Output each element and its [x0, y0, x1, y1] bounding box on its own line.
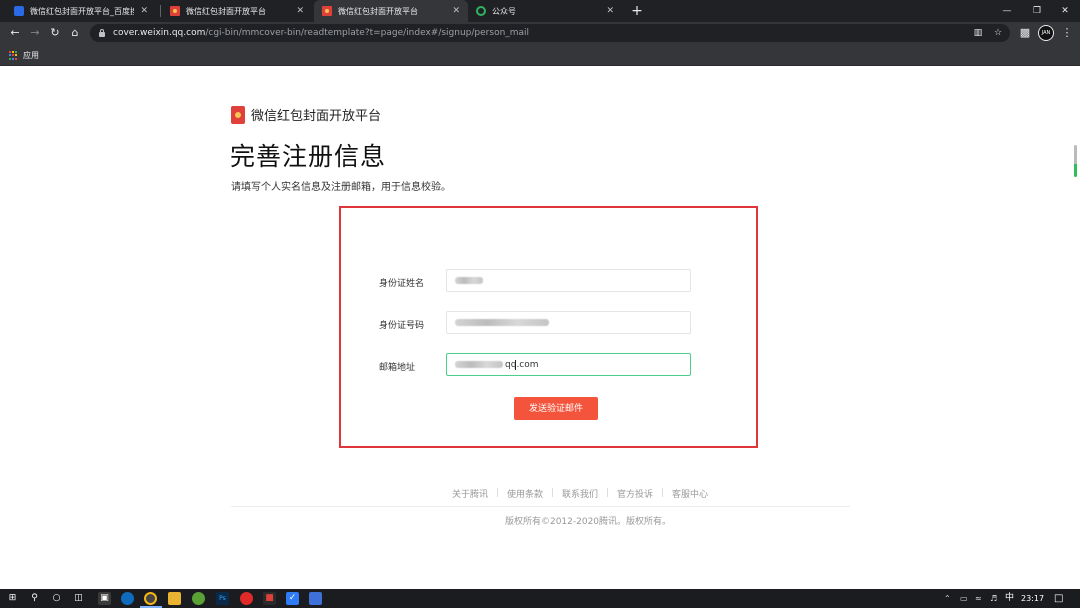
- baidu-paw-icon: [14, 6, 24, 16]
- close-icon[interactable]: ✕: [140, 6, 148, 16]
- email-input[interactable]: qq .com: [446, 353, 691, 376]
- id-name-label: 身份证姓名: [379, 279, 425, 289]
- tab-cover-platform[interactable]: 微信红包封面开放平台 ✕: [162, 0, 312, 22]
- more-menu-icon[interactable]: ⋮: [1060, 24, 1074, 42]
- profile-avatar[interactable]: JAN: [1038, 25, 1054, 41]
- official-account-icon: [476, 6, 486, 16]
- red-envelope-icon: [322, 6, 332, 16]
- bookmarks-bar: 应用: [0, 44, 1080, 66]
- brand-header[interactable]: 微信红包封面开放平台: [231, 105, 381, 124]
- windows-start-icon[interactable]: ⊞: [6, 592, 19, 605]
- redacted-value: [455, 277, 483, 284]
- minimize-button[interactable]: —: [992, 0, 1022, 22]
- footer-separator: [551, 488, 553, 497]
- wifi-icon[interactable]: ≈: [975, 592, 982, 605]
- apps-grid-icon: [9, 51, 18, 60]
- tab-baidu-search[interactable]: 微信红包封面开放平台_百度搜索 ✕: [6, 0, 156, 22]
- restore-button[interactable]: ❐: [1022, 0, 1052, 22]
- url-text: cover.weixin.qq.com/cgi-bin/mmcover-bin/…: [113, 28, 530, 38]
- footer-link-terms[interactable]: 使用条款: [507, 487, 543, 500]
- id-number-label: 身份证号码: [379, 321, 425, 331]
- tab-title: 微信红包封面开放平台: [338, 6, 418, 16]
- footer-separator: [662, 488, 664, 497]
- battery-icon: ▭: [960, 594, 968, 603]
- search-icon[interactable]: ⚲: [28, 592, 41, 605]
- lock-icon: [98, 29, 106, 37]
- bookmark-label: 应用: [23, 51, 39, 60]
- bookmark-star-icon[interactable]: ☆: [990, 24, 1006, 42]
- cortana-icon[interactable]: ○: [50, 592, 63, 605]
- task-view-icon[interactable]: ◫: [72, 592, 85, 605]
- page-subtitle: 请填写个人实名信息及注册邮箱，用于信息校验。: [231, 182, 451, 193]
- reload-icon[interactable]: ↻: [46, 24, 64, 42]
- id-number-input[interactable]: [446, 311, 691, 334]
- redacted-value: [455, 361, 503, 368]
- file-explorer-icon[interactable]: [168, 592, 181, 605]
- tray-chevron-up-icon[interactable]: ⌃: [944, 592, 951, 605]
- store-icon[interactable]: ▣: [98, 592, 111, 605]
- windows-taskbar: ⊞ ⚲ ○ ◫ ▣ Ps ■ ✓ ⌃ ▭ ≈ ♬ 中 23:17 □: [0, 589, 1080, 608]
- footer-links: 关于腾讯 使用条款 联系我们 官方投诉 客服中心: [0, 487, 1080, 500]
- tab-title: 公众号: [492, 6, 516, 16]
- back-arrow-icon[interactable]: ←: [6, 24, 24, 42]
- address-bar[interactable]: cover.weixin.qq.com/cgi-bin/mmcover-bin/…: [90, 24, 1010, 42]
- edge-browser-icon[interactable]: [121, 592, 134, 605]
- close-icon[interactable]: ✕: [296, 6, 304, 16]
- footer-link-about[interactable]: 关于腾讯: [452, 487, 488, 500]
- new-tab-button[interactable]: +: [628, 2, 646, 20]
- translate-icon[interactable]: ▥: [970, 24, 986, 42]
- extensions-puzzle-icon[interactable]: ▩: [1016, 24, 1034, 42]
- tab-title: 微信红包封面开放平台_百度搜索: [30, 6, 135, 16]
- home-icon[interactable]: ⌂: [66, 24, 84, 42]
- app-green-icon[interactable]: [192, 592, 205, 605]
- red-envelope-icon: [170, 6, 180, 16]
- tab-official-account[interactable]: 公众号 ✕: [468, 0, 622, 22]
- redacted-value: [455, 319, 549, 326]
- footer-link-support[interactable]: 客服中心: [672, 487, 708, 500]
- close-icon[interactable]: ✕: [452, 6, 460, 16]
- footer-link-contact[interactable]: 联系我们: [562, 487, 598, 500]
- footer-link-complaints[interactable]: 官方投诉: [617, 487, 653, 500]
- email-domain-tld: .com: [516, 359, 539, 370]
- red-envelope-logo-icon: [231, 105, 245, 124]
- photoshop-icon[interactable]: Ps: [216, 592, 229, 605]
- app-blue-check-icon[interactable]: ✓: [286, 592, 299, 605]
- browser-toolbar: ← → ↻ ⌂ cover.weixin.qq.com/cgi-bin/mmco…: [0, 22, 1080, 44]
- footer-divider: [231, 506, 850, 507]
- window-close-button[interactable]: ✕: [1050, 0, 1080, 22]
- app-blue-icon[interactable]: [309, 592, 322, 605]
- page-title: 完善注册信息: [230, 142, 387, 171]
- app-red-icon[interactable]: ■: [263, 592, 276, 605]
- chrome-browser-icon[interactable]: [144, 592, 157, 605]
- page-scrollbar[interactable]: [1074, 145, 1077, 177]
- tab-separator: [160, 5, 161, 17]
- browser-tab-strip: 微信红包封面开放平台_百度搜索 ✕ 微信红包封面开放平台 ✕ 微信红包封面开放平…: [0, 0, 1080, 22]
- close-icon[interactable]: ✕: [606, 6, 614, 16]
- email-label: 邮箱地址: [379, 363, 416, 373]
- footer-separator: [607, 488, 608, 497]
- footer-separator: [496, 488, 498, 497]
- bookmark-apps[interactable]: 应用: [9, 50, 39, 61]
- forward-arrow-icon[interactable]: →: [26, 24, 44, 42]
- ime-indicator[interactable]: 中: [1005, 592, 1014, 605]
- copyright-text: 版权所有©2012-2020腾讯。版权所有。: [504, 517, 672, 527]
- netease-music-icon[interactable]: [240, 592, 253, 605]
- send-verification-email-button[interactable]: 发送验证邮件: [514, 397, 598, 420]
- notification-center-icon[interactable]: □: [1054, 592, 1063, 605]
- tab-title: 微信红包封面开放平台: [186, 6, 266, 16]
- brand-name: 微信红包封面开放平台: [251, 109, 382, 124]
- clock-time[interactable]: 23:17: [1021, 592, 1044, 605]
- tab-cover-platform-active[interactable]: 微信红包封面开放平台 ✕: [314, 0, 468, 22]
- volume-icon[interactable]: ♬: [990, 592, 997, 605]
- id-name-input[interactable]: [446, 269, 691, 292]
